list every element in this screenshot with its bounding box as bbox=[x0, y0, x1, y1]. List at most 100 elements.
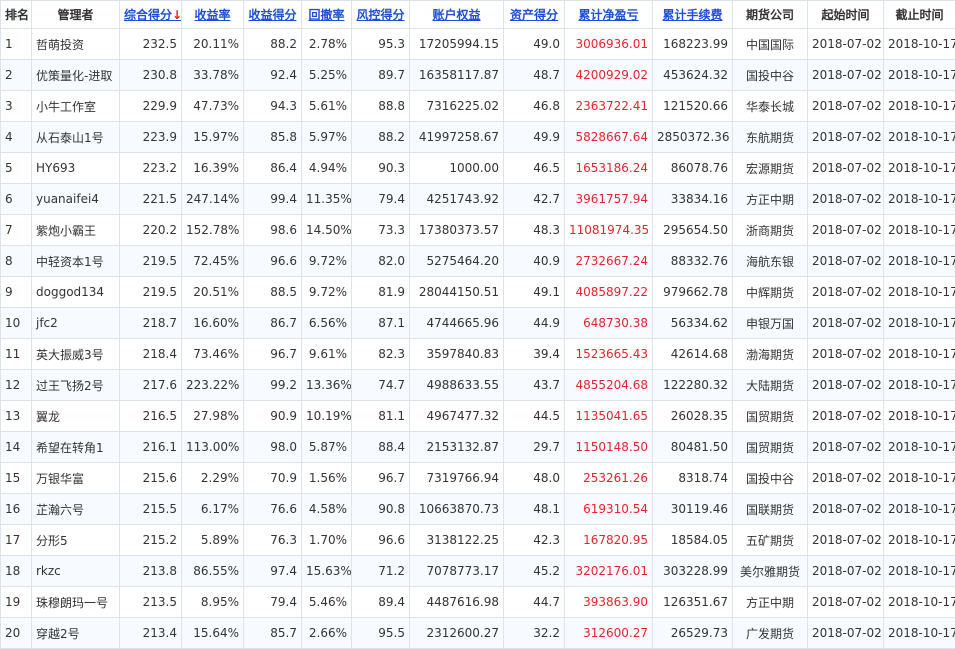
equity-cell: 7078773.17 bbox=[410, 556, 504, 587]
header-drawdown[interactable]: 回撤率 bbox=[302, 1, 352, 29]
total-score-cell: 215.6 bbox=[120, 463, 182, 494]
manager-cell: 英大振威3号 bbox=[32, 339, 120, 370]
asset-score-cell: 48.3 bbox=[504, 215, 565, 246]
cum-profit-cell: 3006936.01 bbox=[565, 29, 653, 60]
start-time-cell: 2018-07-02 bbox=[808, 122, 884, 153]
risk-score-cell: 88.4 bbox=[352, 432, 410, 463]
asset-score-cell: 43.7 bbox=[504, 370, 565, 401]
rank-cell: 5 bbox=[1, 153, 32, 184]
rank-cell: 18 bbox=[1, 556, 32, 587]
asset-score-cell: 40.9 bbox=[504, 246, 565, 277]
table-row: 18rkzc213.886.55%97.415.63%71.27078773.1… bbox=[1, 556, 955, 587]
asset-score-cell: 32.2 bbox=[504, 618, 565, 649]
drawdown-cell: 9.72% bbox=[302, 246, 352, 277]
total-score-cell: 220.2 bbox=[120, 215, 182, 246]
header-total-score[interactable]: 综合得分↓ bbox=[120, 1, 182, 29]
asset-score-cell: 49.9 bbox=[504, 122, 565, 153]
header-cum-profit[interactable]: 累计净盈亏 bbox=[565, 1, 653, 29]
return-rate-cell: 5.89% bbox=[182, 525, 244, 556]
manager-cell: 万银华富 bbox=[32, 463, 120, 494]
broker-cell: 国投中谷 bbox=[733, 463, 808, 494]
total-score-cell: 232.5 bbox=[120, 29, 182, 60]
manager-cell: 珠穆朗玛一号 bbox=[32, 587, 120, 618]
table-row: 17分形5215.25.89%76.31.70%96.63138122.2542… bbox=[1, 525, 955, 556]
equity-cell: 17380373.57 bbox=[410, 215, 504, 246]
header-asset-score[interactable]: 资产得分 bbox=[504, 1, 565, 29]
manager-cell: 小牛工作室 bbox=[32, 91, 120, 122]
rank-cell: 12 bbox=[1, 370, 32, 401]
return-score-cell: 85.7 bbox=[244, 618, 302, 649]
risk-score-cell: 95.5 bbox=[352, 618, 410, 649]
end-time-cell: 2018-10-17 bbox=[884, 184, 955, 215]
equity-cell: 10663870.73 bbox=[410, 494, 504, 525]
total-score-cell: 218.7 bbox=[120, 308, 182, 339]
manager-cell: 分形5 bbox=[32, 525, 120, 556]
asset-score-cell: 49.0 bbox=[504, 29, 565, 60]
drawdown-cell: 2.66% bbox=[302, 618, 352, 649]
asset-score-cell: 29.7 bbox=[504, 432, 565, 463]
drawdown-cell: 10.19% bbox=[302, 401, 352, 432]
broker-cell: 中国国际 bbox=[733, 29, 808, 60]
table-row: 13翼龙216.527.98%90.910.19%81.14967477.324… bbox=[1, 401, 955, 432]
return-rate-cell: 247.14% bbox=[182, 184, 244, 215]
asset-score-cell: 44.5 bbox=[504, 401, 565, 432]
return-score-cell: 88.2 bbox=[244, 29, 302, 60]
cum-fee-cell: 168223.99 bbox=[653, 29, 733, 60]
return-rate-cell: 27.98% bbox=[182, 401, 244, 432]
return-score-cell: 70.9 bbox=[244, 463, 302, 494]
asset-score-cell: 44.7 bbox=[504, 587, 565, 618]
return-score-cell: 96.7 bbox=[244, 339, 302, 370]
rank-cell: 17 bbox=[1, 525, 32, 556]
equity-cell: 4487616.98 bbox=[410, 587, 504, 618]
start-time-cell: 2018-07-02 bbox=[808, 60, 884, 91]
asset-score-cell: 44.9 bbox=[504, 308, 565, 339]
table-row: 16芷瀚六号215.56.17%76.64.58%90.810663870.73… bbox=[1, 494, 955, 525]
return-rate-cell: 2.29% bbox=[182, 463, 244, 494]
cum-fee-cell: 295654.50 bbox=[653, 215, 733, 246]
equity-cell: 4988633.55 bbox=[410, 370, 504, 401]
total-score-cell: 215.5 bbox=[120, 494, 182, 525]
start-time-cell: 2018-07-02 bbox=[808, 184, 884, 215]
risk-score-cell: 89.4 bbox=[352, 587, 410, 618]
broker-cell: 五矿期货 bbox=[733, 525, 808, 556]
start-time-cell: 2018-07-02 bbox=[808, 401, 884, 432]
end-time-cell: 2018-10-17 bbox=[884, 122, 955, 153]
manager-cell: 希望在转角1 bbox=[32, 432, 120, 463]
return-score-cell: 76.3 bbox=[244, 525, 302, 556]
header-cum-fee[interactable]: 累计手续费 bbox=[653, 1, 733, 29]
asset-score-cell: 42.7 bbox=[504, 184, 565, 215]
cum-profit-cell: 393863.90 bbox=[565, 587, 653, 618]
start-time-cell: 2018-07-02 bbox=[808, 29, 884, 60]
end-time-cell: 2018-10-17 bbox=[884, 246, 955, 277]
cum-profit-cell: 3961757.94 bbox=[565, 184, 653, 215]
cum-fee-cell: 26529.73 bbox=[653, 618, 733, 649]
table-row: 15万银华富215.62.29%70.91.56%96.77319766.944… bbox=[1, 463, 955, 494]
return-score-cell: 86.7 bbox=[244, 308, 302, 339]
return-score-cell: 99.2 bbox=[244, 370, 302, 401]
header-return-rate[interactable]: 收益率 bbox=[182, 1, 244, 29]
asset-score-cell: 42.3 bbox=[504, 525, 565, 556]
asset-score-cell: 48.1 bbox=[504, 494, 565, 525]
end-time-cell: 2018-10-17 bbox=[884, 556, 955, 587]
sort-desc-icon: ↓ bbox=[172, 8, 181, 22]
header-equity[interactable]: 账户权益 bbox=[410, 1, 504, 29]
manager-cell: rkzc bbox=[32, 556, 120, 587]
table-row: 2优策量化-进取230.833.78%92.45.25%89.716358117… bbox=[1, 60, 955, 91]
end-time-cell: 2018-10-17 bbox=[884, 463, 955, 494]
risk-score-cell: 88.8 bbox=[352, 91, 410, 122]
rank-cell: 10 bbox=[1, 308, 32, 339]
broker-cell: 申银万国 bbox=[733, 308, 808, 339]
start-time-cell: 2018-07-02 bbox=[808, 277, 884, 308]
cum-profit-cell: 4085897.22 bbox=[565, 277, 653, 308]
broker-cell: 方正中期 bbox=[733, 184, 808, 215]
header-return-score[interactable]: 收益得分 bbox=[244, 1, 302, 29]
equity-cell: 3138122.25 bbox=[410, 525, 504, 556]
return-score-cell: 90.9 bbox=[244, 401, 302, 432]
cum-profit-cell: 2732667.24 bbox=[565, 246, 653, 277]
cum-fee-cell: 303228.99 bbox=[653, 556, 733, 587]
return-rate-cell: 223.22% bbox=[182, 370, 244, 401]
table-row: 5HY693223.216.39%86.44.94%90.31000.0046.… bbox=[1, 153, 955, 184]
cum-fee-cell: 2850372.36 bbox=[653, 122, 733, 153]
start-time-cell: 2018-07-02 bbox=[808, 556, 884, 587]
header-risk-score[interactable]: 风控得分 bbox=[352, 1, 410, 29]
